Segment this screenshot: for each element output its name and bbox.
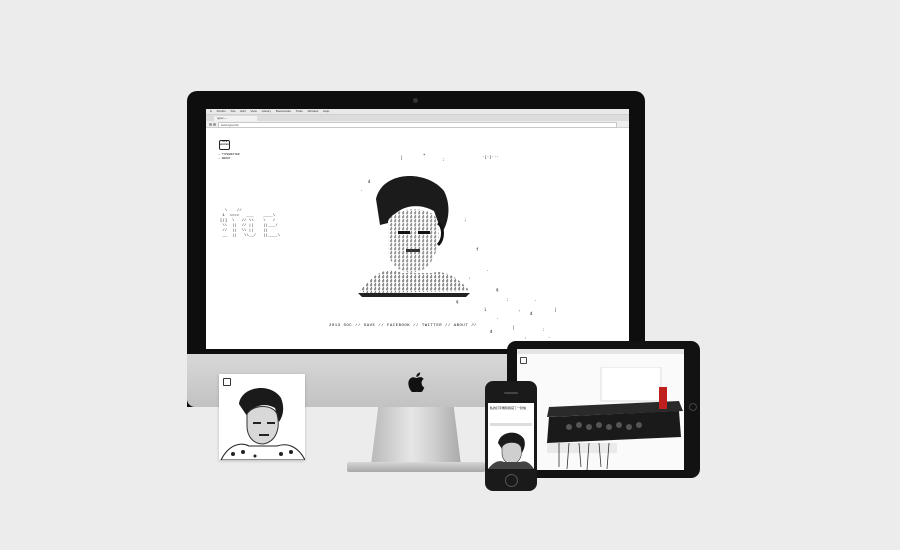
phone-portrait-image (488, 432, 534, 469)
svg-text::: : (506, 297, 508, 302)
menu-item[interactable]: History (262, 109, 271, 113)
menu-item[interactable]: View (250, 109, 256, 113)
svg-text:': ' (468, 277, 470, 282)
svg-text:d: d (490, 329, 493, 334)
svg-text:i: i (484, 307, 487, 312)
back-icon[interactable] (209, 123, 212, 126)
svg-text:*: * (423, 153, 426, 158)
svg-text:.: . (534, 297, 536, 302)
phone-text-line (490, 423, 532, 426)
menu-item[interactable]: Bookmarks (276, 109, 291, 113)
ipad-screen (517, 349, 684, 470)
site-logo[interactable]: TYPE WRITER (219, 140, 230, 150)
menu-item[interactable]: Tools (296, 109, 303, 113)
iphone-speaker (504, 392, 518, 394)
menu-item[interactable]: Window (308, 109, 319, 113)
svg-text:|: | (554, 307, 556, 312)
ascii-logo-art: \ // 1 ==== ___ ____\ [|] \ // \\ \ / \\… (220, 209, 281, 238)
iphone-screen: 私的打字機幫我寫了一封信 (488, 403, 534, 469)
ipad-home-button[interactable] (689, 403, 697, 411)
forward-icon[interactable] (213, 123, 216, 126)
imac-browser-screen: ● Firefox File Edit View History Bookmar… (206, 109, 629, 349)
svg-text:|: | (400, 155, 402, 160)
svg-text::: : (542, 327, 544, 332)
footer-links[interactable]: 2013 SOC // SAVE // FACEBOOK // TWITTER … (329, 324, 477, 328)
typewriter-photo-image (547, 367, 683, 470)
svg-text:d: d (368, 179, 371, 184)
typed-portrait-image: # |*: d.; f.' q:, d|. :'- iq' .d| (358, 153, 556, 342)
svg-text:;: ; (464, 217, 466, 222)
apple-menu-icon[interactable]: ● (210, 109, 212, 113)
site-nav: → TYPEWRITER → ABOUT (218, 153, 240, 161)
svg-text:,: , (518, 307, 520, 312)
svg-text:q: q (456, 299, 459, 304)
svg-text:d: d (530, 311, 533, 316)
menu-item[interactable]: Edit (240, 109, 245, 113)
menu-item[interactable]: Firefox (217, 109, 226, 113)
svg-text:q: q (496, 287, 499, 292)
svg-text:.: . (486, 267, 488, 272)
menu-item[interactable]: Help (323, 109, 329, 113)
menu-item[interactable]: File (231, 109, 236, 113)
phone-headline: 私的打字機幫我寫了一封信 (490, 406, 527, 410)
imac-stand (371, 407, 461, 465)
iphone-home-button[interactable] (505, 474, 518, 487)
site-logo-small[interactable] (520, 357, 527, 364)
svg-text:.: . (360, 187, 362, 192)
portrait-photo-image (220, 387, 305, 460)
ipad-browser-bar (517, 349, 684, 354)
svg-text:f: f (476, 247, 479, 252)
printed-portrait-card (219, 374, 305, 460)
svg-text:-: - (548, 335, 550, 340)
svg-text::: : (442, 157, 444, 162)
svg-text:.: . (496, 315, 498, 320)
imac-foot (347, 462, 485, 472)
apple-logo-icon (408, 372, 425, 392)
url-input[interactable]: www.typer.hk (218, 122, 617, 128)
nav-link-about[interactable]: → ABOUT (218, 157, 240, 161)
svg-text:|: | (512, 325, 514, 330)
browser-toolbar: www.typer.hk (206, 121, 629, 128)
imac-camera (413, 98, 418, 103)
